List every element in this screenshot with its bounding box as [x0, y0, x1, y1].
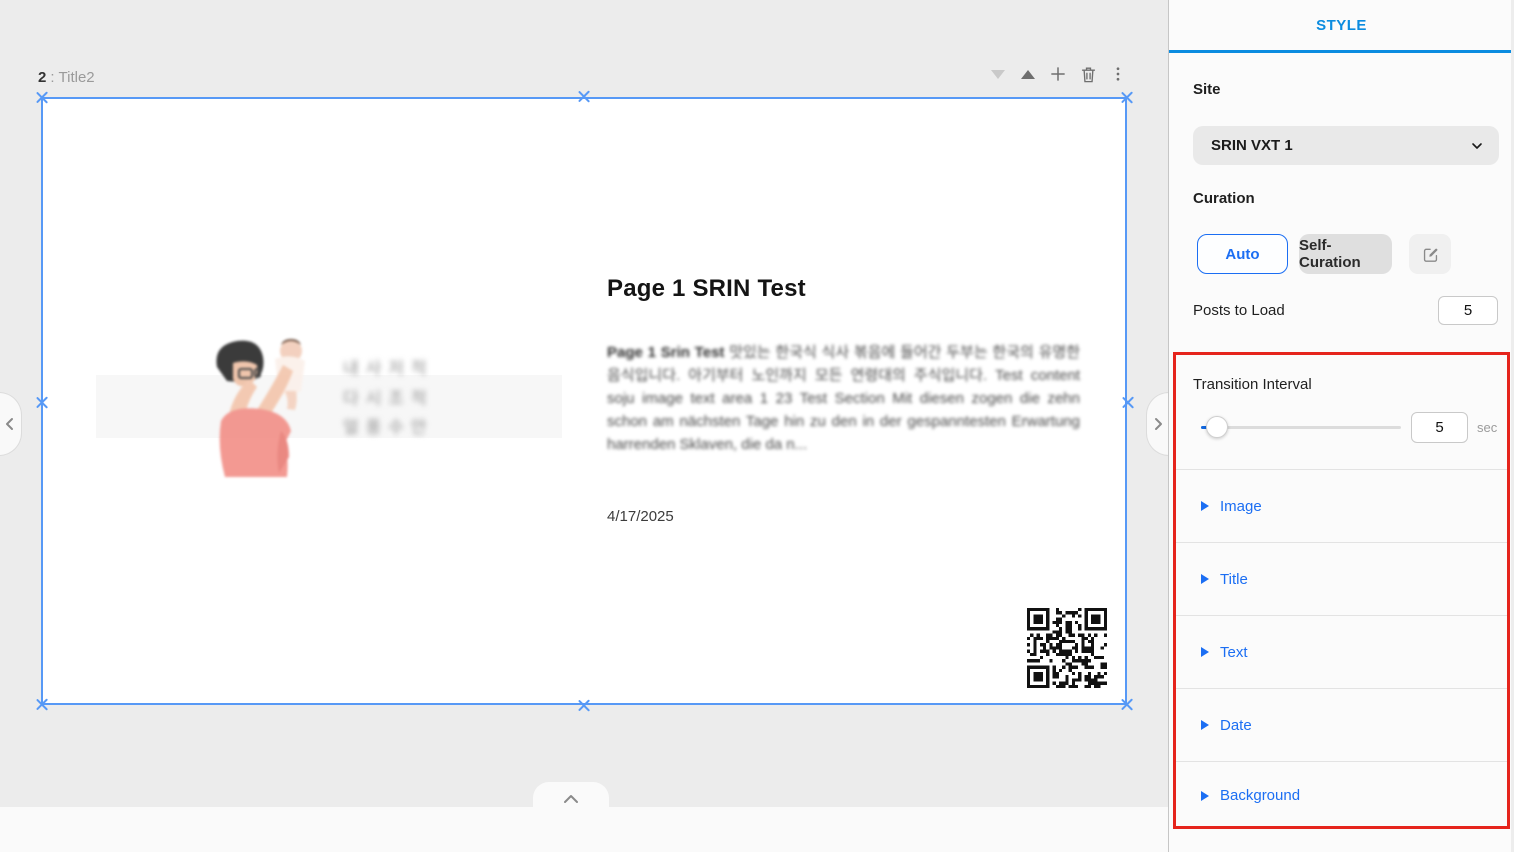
slide-preview[interactable]: 내사저적 다시조적 얼풍수안 Page 1 SRIN Test Page 1 S…	[41, 97, 1127, 705]
accordion-section-background[interactable]: Background	[1175, 761, 1508, 829]
chevron-down-icon	[991, 70, 1005, 79]
more-options-button[interactable]	[1106, 62, 1130, 86]
caret-right-icon	[1201, 647, 1209, 657]
slide-image-band	[96, 375, 562, 438]
site-select[interactable]: SRIN VXT 1	[1193, 126, 1499, 165]
post-body-lead: Page 1 Srin Test	[607, 344, 724, 361]
curation-auto-button[interactable]: Auto	[1197, 234, 1288, 274]
qr-code	[1027, 608, 1107, 688]
section-separator: :	[50, 69, 54, 86]
accordion-label: Background	[1220, 787, 1300, 804]
resize-handle-bottom-right[interactable]	[1119, 697, 1134, 712]
prev-page-button[interactable]	[0, 392, 22, 456]
chevron-right-icon	[1152, 417, 1164, 431]
vxt-style-editor: 2: Title2	[0, 0, 1514, 852]
panel-tabbar: STYLE	[1169, 0, 1514, 53]
section-title: Title2	[59, 69, 95, 86]
curation-edit-button[interactable]	[1409, 234, 1451, 274]
accordion-label: Image	[1220, 498, 1262, 515]
accordion-label: Text	[1220, 644, 1248, 661]
accordion-section-image[interactable]: Image	[1175, 469, 1508, 542]
caret-right-icon	[1201, 574, 1209, 584]
site-label: Site	[1193, 81, 1221, 98]
style-accordion: Image Title Text Date Background	[1175, 469, 1508, 829]
interval-unit-label: sec	[1477, 420, 1497, 435]
accordion-section-date[interactable]: Date	[1175, 688, 1508, 761]
chevron-down-icon	[1469, 138, 1485, 154]
site-selected-value: SRIN VXT 1	[1211, 137, 1469, 154]
resize-handle-top-right[interactable]	[1119, 90, 1134, 105]
next-page-button[interactable]	[1146, 392, 1169, 456]
chevron-left-icon	[4, 417, 16, 431]
accordion-label: Title	[1220, 571, 1248, 588]
father-baby-photo	[193, 335, 329, 477]
resize-handle-middle-left[interactable]	[34, 395, 49, 410]
chevron-up-icon	[563, 794, 579, 804]
caret-right-icon	[1201, 501, 1209, 511]
resize-handle-top-left[interactable]	[34, 90, 49, 105]
accordion-label: Date	[1220, 717, 1252, 734]
transition-interval-input[interactable]	[1411, 412, 1468, 443]
posts-to-load-label: Posts to Load	[1193, 302, 1285, 319]
style-panel: STYLE Site SRIN VXT 1 Curation Auto Self…	[1168, 0, 1514, 852]
canvas-bottom-bar: Page 2/2 Fit	[0, 807, 1168, 852]
interval-slider-thumb[interactable]	[1206, 416, 1228, 438]
accordion-section-title[interactable]: Title	[1175, 542, 1508, 615]
kebab-menu-icon	[1109, 65, 1127, 83]
post-body-text: Page 1 Srin Test 맛있는 한국식 식사 볶음에 들어간 두부는 …	[607, 341, 1080, 456]
curation-self-button[interactable]: Self-Curation	[1299, 234, 1392, 274]
caret-right-icon	[1201, 791, 1209, 801]
chevron-up-icon	[1021, 70, 1035, 79]
transition-interval-slider[interactable]	[1201, 426, 1401, 429]
move-up-button[interactable]	[1016, 62, 1040, 86]
section-toolbar	[986, 62, 1130, 86]
delete-section-button[interactable]	[1076, 62, 1100, 86]
move-down-button[interactable]	[986, 62, 1010, 86]
resize-handle-bottom-left[interactable]	[34, 697, 49, 712]
posts-to-load-input[interactable]	[1438, 296, 1498, 325]
post-title: Page 1 SRIN Test	[607, 275, 806, 303]
photo-caption-text: 내사저적 다시조적 얼풍수안	[343, 354, 434, 443]
resize-handle-top-middle[interactable]	[576, 89, 591, 104]
curation-label: Curation	[1193, 190, 1255, 207]
expand-panel-button[interactable]	[533, 782, 609, 808]
resize-handle-middle-right[interactable]	[1120, 395, 1135, 410]
tab-style[interactable]: STYLE	[1316, 17, 1367, 34]
caret-right-icon	[1201, 720, 1209, 730]
plus-icon	[1048, 64, 1068, 84]
edit-compose-icon	[1421, 245, 1440, 264]
section-label: 2: Title2	[38, 69, 95, 86]
transition-interval-label: Transition Interval	[1193, 376, 1312, 393]
resize-handle-bottom-middle[interactable]	[576, 698, 591, 713]
caption-line: 얼풍수안	[343, 413, 434, 443]
caption-line: 내사저적	[343, 354, 434, 384]
add-section-button[interactable]	[1046, 62, 1070, 86]
canvas-stage: 2: Title2	[0, 0, 1168, 852]
accordion-section-text[interactable]: Text	[1175, 615, 1508, 688]
caption-line: 다시조적	[343, 384, 434, 414]
post-date: 4/17/2025	[607, 508, 674, 525]
trash-icon	[1079, 65, 1098, 84]
section-number: 2	[38, 69, 46, 86]
